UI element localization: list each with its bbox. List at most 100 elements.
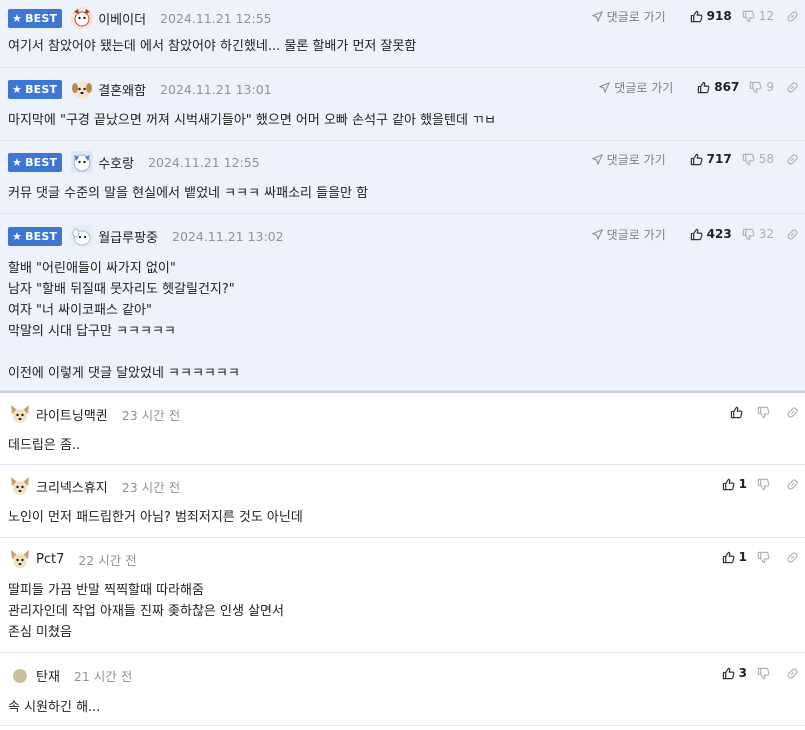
- downvote-button[interactable]: [757, 478, 774, 491]
- upvote-button[interactable]: 867: [697, 80, 739, 94]
- link-icon[interactable]: [786, 478, 799, 491]
- upvote-count: 1: [738, 550, 747, 564]
- upvote-button[interactable]: 717: [690, 152, 732, 166]
- thumbs-up-icon: [722, 478, 735, 490]
- comment-actions: 댓글로 가기 867 9: [599, 68, 799, 106]
- timestamp: 21 시간 전: [73, 668, 133, 684]
- link-icon[interactable]: [786, 153, 799, 166]
- nickname[interactable]: 수호랑: [98, 153, 134, 172]
- nickname[interactable]: Pct7: [36, 552, 64, 567]
- avatar[interactable]: [70, 77, 94, 101]
- avatar[interactable]: [70, 150, 94, 174]
- timestamp: 2024.11.21 13:02: [172, 228, 284, 244]
- best-badge: ★ BEST: [8, 152, 63, 172]
- thumbs-down-icon: [757, 551, 770, 563]
- comment: 라이트닝맥퀸 23 시간 전 데드립은 좀..: [0, 393, 805, 465]
- thumbs-down-icon: [757, 478, 770, 490]
- comment-body: 속 시원하긴 해...: [0, 697, 805, 718]
- avatar[interactable]: [8, 547, 32, 571]
- send-arrow-icon: [591, 228, 603, 240]
- comment-line: 마지막에 "구경 끝났으면 꺼져 시벅새기들아" 했으면 어머 오빠 손석구 같…: [8, 113, 496, 128]
- comment: 크리넥스휴지 23 시간 전 1 노인이 먼저 패드립한거 아님? 범죄저지른 …: [0, 465, 805, 538]
- avatar[interactable]: [70, 224, 94, 248]
- comment-header: 탄재 21 시간 전 3: [0, 653, 805, 697]
- thumbs-down-icon: [757, 406, 770, 418]
- upvote-button[interactable]: 918: [690, 9, 732, 23]
- comment-line: 할배 "어린애들이 싸가지 없이": [8, 261, 176, 276]
- star-icon: ★: [12, 155, 23, 169]
- upvote-button[interactable]: 1: [722, 550, 747, 564]
- comment-actions: 1: [712, 465, 799, 503]
- comment-line: 이전에 이렇게 댓글 달았었네 ㅋㅋㅋㅋㅋㅋ: [8, 366, 240, 381]
- nickname[interactable]: 월급루팡중: [98, 227, 158, 246]
- comment-actions: 댓글로 가기 717 58: [591, 141, 799, 177]
- send-arrow-icon: [599, 81, 611, 93]
- reply-link[interactable]: 댓글로 가기: [599, 79, 673, 96]
- comment-line: 관리자인데 작업 아재들 진짜 좆하찮은 인생 살면서: [8, 604, 284, 619]
- comment-line: 존심 미쳤음: [8, 625, 72, 640]
- comment-body: 커뮤 댓글 수준의 말을 현실에서 뱉었네 ㅋㅋㅋ 싸패소리 들을만 함: [0, 183, 805, 204]
- upvote-count: 3: [738, 666, 747, 680]
- downvote-count: 9: [766, 80, 774, 94]
- link-icon[interactable]: [786, 81, 799, 94]
- upvote-button[interactable]: 1: [722, 477, 747, 491]
- nickname[interactable]: 탄재: [36, 666, 60, 685]
- timestamp: 2024.11.21 12:55: [148, 154, 260, 170]
- comment-line: 여기서 참았어야 됐는데 에서 참았어야 하긴했네... 물론 할배가 먼저 잘…: [8, 39, 417, 54]
- link-icon[interactable]: [786, 10, 799, 23]
- downvote-button[interactable]: [757, 667, 774, 680]
- link-icon[interactable]: [786, 228, 799, 241]
- avatar[interactable]: [8, 474, 32, 498]
- send-arrow-icon: [591, 10, 603, 22]
- comment-actions: 댓글로 가기 918 12: [591, 0, 799, 34]
- upvote-count: 423: [706, 227, 732, 241]
- thumbs-up-icon: [730, 406, 743, 418]
- downvote-button[interactable]: [757, 551, 774, 564]
- comment-header: Pct7 22 시간 전 1: [0, 538, 805, 580]
- reply-link[interactable]: 댓글로 가기: [591, 151, 666, 168]
- nickname[interactable]: 크리넥스휴지: [36, 477, 108, 496]
- downvote-button[interactable]: 32: [742, 227, 774, 241]
- reply-link[interactable]: 댓글로 가기: [591, 8, 666, 25]
- downvote-button[interactable]: 58: [742, 152, 774, 166]
- avatar[interactable]: [8, 402, 32, 426]
- upvote-button[interactable]: 423: [690, 227, 732, 241]
- nickname[interactable]: 이베이더: [98, 9, 146, 28]
- comment-header: ★ BEST 이베이더 2024.11.21 12:55 댓글로 가기 918 1…: [0, 0, 805, 36]
- thumbs-down-icon: [742, 153, 755, 165]
- thumbs-down-icon: [757, 667, 770, 679]
- best-badge: ★ BEST: [8, 79, 63, 99]
- timestamp: 2024.11.21 12:55: [160, 10, 272, 26]
- comment-actions: [720, 393, 799, 431]
- nickname[interactable]: 결혼왜함: [98, 80, 146, 99]
- downvote-button[interactable]: 12: [742, 9, 774, 23]
- link-icon[interactable]: [786, 551, 799, 564]
- upvote-count: 1: [738, 477, 747, 491]
- avatar[interactable]: [70, 6, 94, 30]
- downvote-button[interactable]: [757, 406, 774, 419]
- downvote-count: 32: [758, 227, 774, 241]
- downvote-button[interactable]: 9: [749, 80, 774, 94]
- comment-header: ★ BEST 월급루팡중 2024.11.21 13:02 댓글로 가기 423 …: [0, 214, 805, 258]
- link-icon[interactable]: [786, 406, 799, 419]
- star-icon: ★: [12, 82, 23, 96]
- best-comment: ★ BEST 수호랑 2024.11.21 12:55 댓글로 가기 717 58: [0, 141, 805, 214]
- comment-line: 막말의 시대 답구만 ㅋㅋㅋㅋㅋ: [8, 324, 176, 339]
- comment-line: 데드립은 좀..: [8, 438, 81, 453]
- thumbs-down-icon: [750, 81, 762, 93]
- thumbs-up-icon: [690, 228, 703, 240]
- star-icon: ★: [12, 229, 23, 243]
- link-icon[interactable]: [786, 667, 799, 680]
- best-comment: ★ BEST 월급루팡중 2024.11.21 13:02 댓글로 가기 423 …: [0, 214, 805, 391]
- upvote-button[interactable]: 3: [722, 666, 747, 680]
- thumbs-down-icon: [742, 10, 755, 22]
- upvote-count: 918: [706, 9, 732, 23]
- comment-line: 여자 "너 싸이코패스 같아": [8, 303, 152, 318]
- comment-body: 여기서 참았어야 됐는데 에서 참았어야 하긴했네... 물론 할배가 먼저 잘…: [0, 36, 805, 57]
- comment-actions: 1: [712, 538, 799, 576]
- upvote-button[interactable]: [730, 406, 747, 419]
- avatar[interactable]: [8, 663, 32, 687]
- comment: Pct7 22 시간 전 1 딸피들 가끔 반말 찍찍할때 따라해줌 관리자인데…: [0, 538, 805, 653]
- nickname[interactable]: 라이트닝맥퀸: [36, 405, 108, 424]
- reply-link[interactable]: 댓글로 가기: [591, 226, 666, 243]
